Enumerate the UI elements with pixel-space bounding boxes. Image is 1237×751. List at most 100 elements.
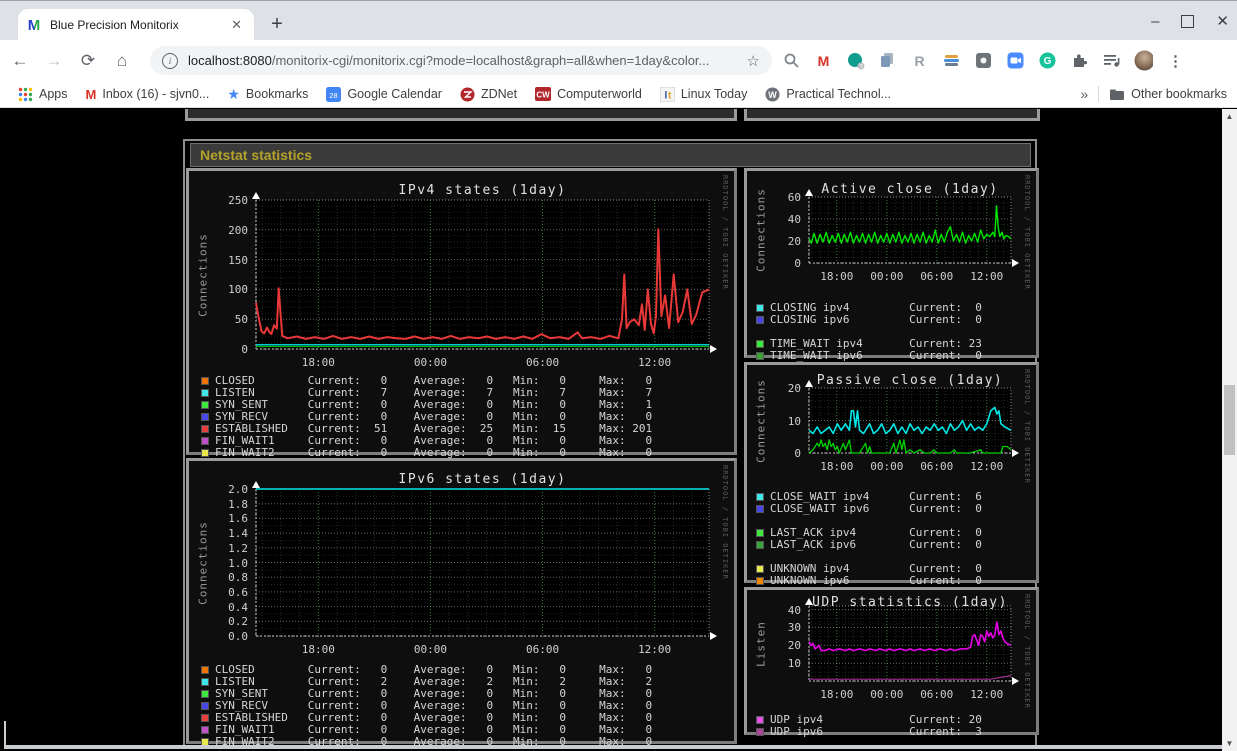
bookmark-label: Linux Today — [680, 87, 748, 101]
tab-close-icon[interactable]: ✕ — [227, 17, 246, 33]
bookmark-zdnet[interactable]: ZDNet — [460, 87, 517, 102]
gmail-inbox-icon: M — [85, 86, 97, 102]
close-button[interactable]: ✕ — [1216, 12, 1229, 30]
chart-panel-ipv4-states[interactable]: IPv4 states (1day) Connections 0 50 100 150 20… — [186, 168, 737, 459]
x-axis-arrow — [710, 632, 717, 640]
x-tick-label: 00:00 — [870, 688, 904, 701]
bookmark-linuxtoday[interactable]: l t Linux Today — [659, 86, 748, 102]
legend-row: TIME_WAIT ipv6 Current: 0 — [756, 349, 982, 362]
chart-panel-active-close[interactable]: Active close (1day) Connections 0 20 40 60 18:… — [744, 168, 1039, 362]
browser-tab[interactable]: M Blue Precision Monitorix ✕ — [18, 9, 254, 41]
y-tick-label: 20 — [787, 382, 801, 395]
bookmarks-overflow-chevron[interactable]: » — [1080, 86, 1088, 102]
page-info-icon[interactable]: i — [162, 52, 178, 69]
rrdtool-watermark: RRDTOOL / TOBI OETIKER — [1023, 594, 1031, 709]
bookmark-wordpress[interactable]: W Practical Technol... — [765, 87, 891, 102]
vertical-scrollbar[interactable]: ▲ ▼ — [1222, 109, 1237, 751]
legend-color-swatch — [201, 689, 209, 698]
x-tick-label: 18:00 — [820, 270, 854, 283]
x-tick-label: 12:00 — [638, 643, 672, 656]
x-tick-label: 12:00 — [970, 270, 1004, 283]
back-button[interactable]: ← — [6, 47, 34, 75]
legend-color-swatch — [201, 665, 209, 674]
scrollbar-thumb[interactable] — [1224, 385, 1235, 455]
star-icon: ★ — [227, 85, 240, 102]
google-voice-extension-icon[interactable]: ? — [846, 51, 865, 70]
chart-panel-ipv6-states[interactable]: IPv6 states (1day) Connections 0.0 0.2 0.4 0.… — [186, 458, 737, 748]
computerworld-icon: CW — [535, 87, 552, 101]
playlist-extension-icon[interactable] — [1102, 51, 1121, 70]
grammarly-extension-icon[interactable]: G — [1038, 51, 1057, 70]
chart-title: IPv4 states (1day) — [398, 183, 567, 198]
forward-button[interactable]: → — [40, 47, 68, 75]
new-tab-button[interactable]: + — [264, 11, 290, 37]
copy-docs-extension-icon[interactable] — [878, 51, 897, 70]
y-tick-label: 1.0 — [228, 556, 248, 570]
y-tick-label: 200 — [228, 223, 248, 237]
x-tick-label: 00:00 — [413, 643, 447, 656]
y-tick-label: 250 — [228, 194, 248, 207]
x-tick-label: 06:00 — [525, 643, 560, 656]
x-tick-label: 12:00 — [970, 460, 1004, 473]
tab-strip: M Blue Precision Monitorix ✕ + – ✕ — [0, 0, 1237, 41]
rrdtool-watermark: RRDTOOL / TOBI OETIKER — [1023, 175, 1031, 290]
bookmark-star[interactable]: ★ Bookmarks — [227, 86, 308, 103]
chart-panel-udp-statistics[interactable]: UDP statistics (1day) Listen 10 20 30 40 18:00… — [744, 587, 1039, 738]
bookmark-apps[interactable]: Apps — [18, 87, 68, 102]
other-bookmarks-button[interactable]: Other bookmarks — [1109, 87, 1227, 101]
legend-text: TIME_WAIT ipv6 Current: 0 — [770, 349, 982, 362]
maximize-button[interactable] — [1181, 14, 1195, 28]
y-tick-label: 20 — [787, 639, 801, 653]
bookmark-label: Google Calendar — [347, 87, 442, 101]
section-title: Netstat statistics — [190, 143, 1031, 167]
y-tick-label: 40 — [787, 213, 801, 226]
x-tick-label: 00:00 — [870, 460, 904, 473]
legend-color-swatch — [201, 388, 209, 397]
y-tick-label: 100 — [228, 283, 248, 297]
scroll-up-arrow[interactable]: ▲ — [1222, 109, 1237, 124]
legend-color-swatch — [201, 376, 209, 385]
x-tick-label: 18:00 — [820, 688, 854, 701]
bookmark-gcal[interactable]: 28 Google Calendar — [326, 86, 442, 102]
home-button[interactable]: ⌂ — [108, 47, 136, 75]
search-extension-icon[interactable] — [782, 51, 801, 70]
bookmarks-bar: Apps M Inbox (16) - sjvn0... ★ Bookmarks 28 Go… — [0, 81, 1237, 108]
bookmark-star-icon[interactable]: ☆ — [747, 52, 760, 70]
reading-stack-extension-icon[interactable] — [942, 51, 961, 70]
legend-color-swatch — [201, 677, 209, 686]
svg-text:28: 28 — [330, 91, 338, 100]
y-tick-label: 0.0 — [228, 630, 248, 643]
legend-color-swatch — [201, 400, 209, 409]
gmail-extension-icon[interactable]: M — [814, 51, 833, 70]
zoom-extension-icon[interactable] — [1006, 51, 1025, 70]
monitorix-favicon-icon: M — [26, 17, 42, 33]
y-tick-label: 0.2 — [228, 615, 248, 629]
legend-color-swatch — [201, 448, 209, 457]
folder-icon — [1109, 88, 1125, 101]
svg-text:G: G — [1044, 56, 1052, 67]
legend-row: UDP ipv6 Current: 3 — [756, 725, 982, 738]
x-tick-label: 06:00 — [920, 270, 954, 283]
scroll-down-arrow[interactable]: ▼ — [1222, 736, 1237, 751]
y-tick-label: 1.2 — [228, 541, 248, 555]
extension-icons-row: M? R G ⋮ — [782, 46, 1185, 75]
reload-button[interactable]: ⟳ — [74, 47, 102, 75]
y-tick-label: 10 — [787, 414, 801, 428]
bookmark-computerworld[interactable]: CW Computerworld — [535, 87, 642, 101]
legend-color-swatch — [756, 540, 764, 549]
chart-title: IPv6 states (1day) — [398, 472, 567, 487]
keeper-extension-icon[interactable] — [974, 51, 993, 70]
extensions-puzzle-extension-icon[interactable] — [1070, 51, 1089, 70]
minimize-button[interactable]: – — [1151, 13, 1159, 30]
bookmark-gmail-inbox[interactable]: M Inbox (16) - sjvn0... — [86, 87, 210, 102]
y-tick-label: 1.4 — [228, 527, 248, 541]
address-bar[interactable]: i localhost:8080/monitorix-cgi/monitorix… — [150, 46, 772, 75]
browser-menu-icon[interactable]: ⋮ — [1166, 51, 1185, 70]
profile-avatar[interactable] — [1134, 50, 1153, 71]
r-extension-extension-icon[interactable]: R — [910, 51, 929, 70]
chart-panel-passive-close[interactable]: Passive close (1day) Connections 0 10 20 18:0… — [744, 362, 1039, 587]
svg-text:CW: CW — [536, 91, 550, 100]
y-tick-label: 20 — [787, 235, 801, 248]
y-tick-label: 0.4 — [228, 600, 248, 614]
legend-color-swatch — [201, 424, 209, 433]
